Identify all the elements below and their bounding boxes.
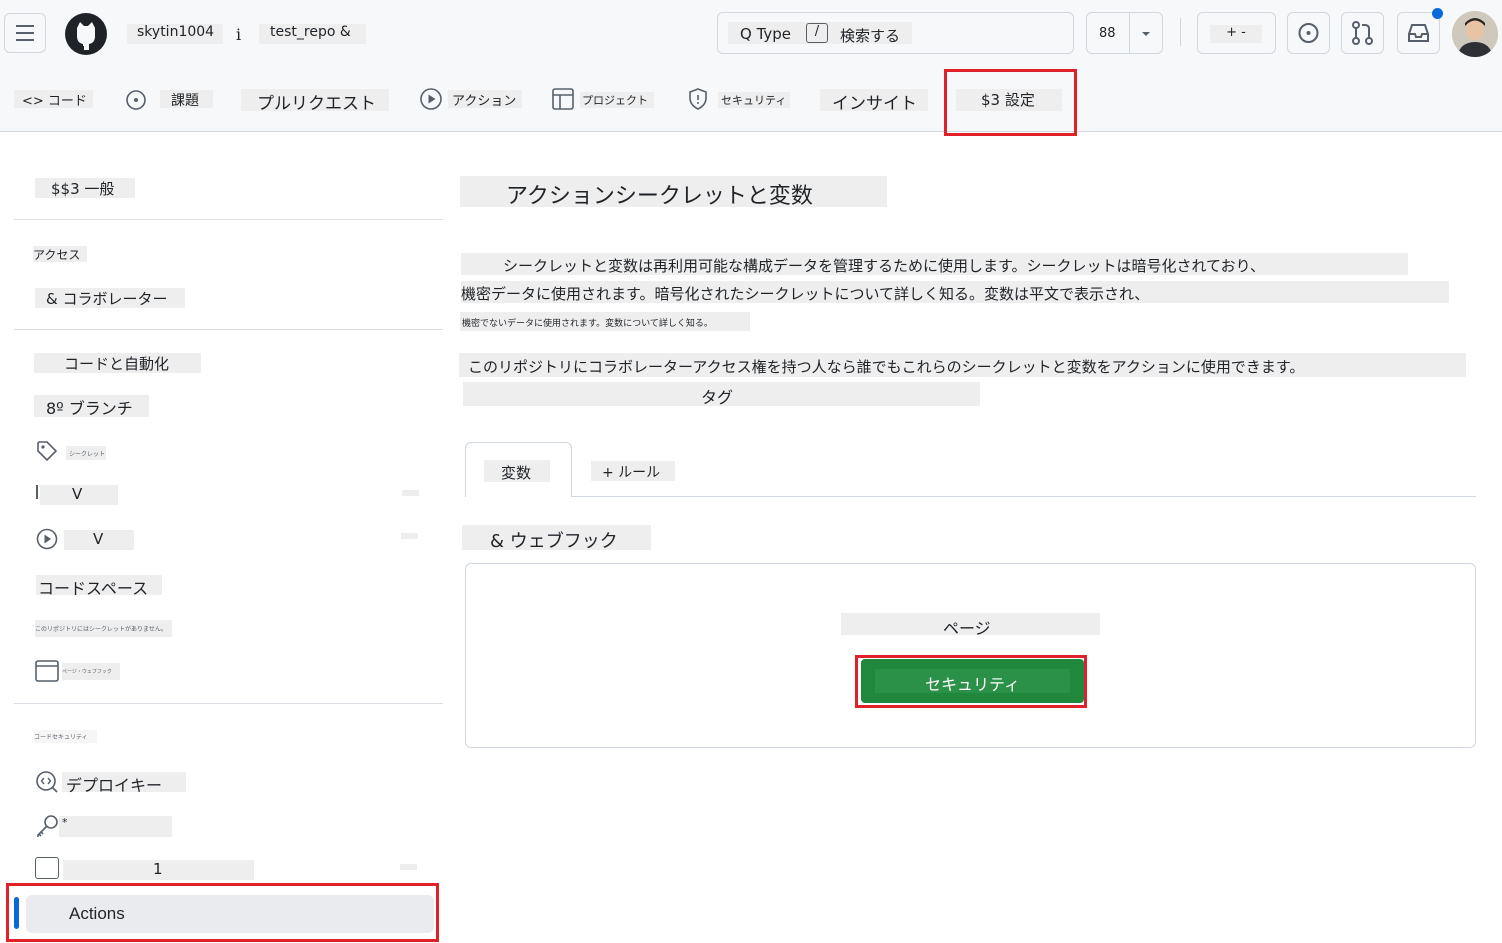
inbox-button[interactable] — [1397, 12, 1440, 54]
hamburger-icon — [16, 25, 34, 41]
description-line-1: シークレットと変数は再利用可能な構成データを管理するために使用します。シークレッ… — [461, 253, 1408, 275]
search-prefix: Q Type — [740, 25, 792, 43]
path-separator: i — [236, 25, 242, 44]
code-review-icon — [36, 771, 58, 793]
copilot-icon: 88 — [1099, 26, 1116, 41]
actions-highlight — [6, 883, 439, 942]
sidebar-heading-code: コードと自動化 — [34, 353, 201, 373]
actions-chevron-icon — [401, 533, 418, 539]
sidebar-item-codespaces[interactable]: コードスペース — [36, 575, 162, 598]
search-label: 検索する — [840, 27, 901, 45]
search-input[interactable]: Q Type / 検索する — [717, 12, 1074, 54]
settings-sidebar: $$3 一般 アクセス & コラボレーター コードと自動化 8º ブランチ シー… — [0, 133, 450, 943]
sidebar-item-actions[interactable]: V — [64, 530, 134, 550]
play-icon — [420, 88, 442, 110]
new-button[interactable]: + - — [1197, 12, 1276, 54]
tab-projects[interactable]: プロジェクト — [580, 92, 654, 108]
tab-security[interactable]: セキュリティ — [718, 92, 790, 108]
sidebar-divider — [14, 219, 443, 220]
environments-chevron-icon — [400, 864, 417, 870]
git-pull-request-icon — [1352, 21, 1373, 45]
issue-opened-icon — [1298, 23, 1319, 43]
tab-actions[interactable]: アクション — [448, 90, 522, 109]
issues-button[interactable] — [1287, 12, 1330, 54]
github-logo-icon[interactable] — [64, 12, 108, 56]
sidebar-item-branches[interactable]: 8º ブランチ — [34, 395, 149, 418]
copilot-button[interactable]: 88 — [1086, 12, 1163, 54]
browser-icon — [35, 660, 59, 682]
chevron-down-icon[interactable] — [1139, 27, 1153, 41]
key-icon — [37, 815, 58, 837]
sidebar-item-general[interactable]: $$3 一般 — [35, 178, 135, 198]
sidebar-divider — [14, 329, 443, 330]
tab-rules[interactable]: + ルール — [591, 461, 675, 481]
sidebar-item-pages[interactable]: ページ・ウェブフック — [62, 663, 120, 680]
tab-code[interactable]: <> コード — [14, 90, 93, 109]
description-line-3: 機密でないデータに使用されます。変数について詳しく知る。 — [460, 312, 750, 331]
inbox-icon — [1408, 24, 1429, 42]
access-description: このリポジトリにコラボレーターアクセス権を持つ人なら誰でもこれらのシークレットと… — [459, 353, 1466, 377]
notification-dot — [1432, 8, 1443, 19]
sidebar-item-collaborators[interactable]: & コラボレーター — [35, 288, 185, 308]
menu-button[interactable] — [4, 13, 46, 53]
sidebar-heading-access: アクセス — [33, 246, 87, 262]
tag-icon — [37, 441, 58, 462]
rules-chevron-icon — [402, 490, 419, 496]
sidebar-item-deploy-keys[interactable]: デプロイキー — [62, 772, 186, 795]
repo-link[interactable]: test_repo & — [259, 24, 366, 44]
page-title: アクションシークレットと変数 — [460, 176, 887, 209]
rules-icon — [36, 485, 38, 499]
tab-issues[interactable]: 課題 — [160, 90, 213, 109]
tab-variables-label: 変数 — [484, 460, 550, 482]
sidebar-item-tags[interactable]: シークレット — [66, 446, 106, 460]
avatar[interactable] — [1452, 11, 1498, 57]
issue-icon — [126, 90, 146, 110]
pull-requests-button[interactable] — [1341, 12, 1384, 54]
sidebar-divider — [14, 703, 443, 704]
tab-variables[interactable]: 変数 — [465, 442, 572, 497]
settings-highlight — [944, 69, 1077, 136]
blankslate-text: ページ — [841, 613, 1100, 638]
main-content: アクションシークレットと変数 シークレットと変数は再利用可能な構成データを管理す… — [450, 133, 1502, 943]
play-icon — [36, 528, 58, 550]
sidebar-item-environments[interactable]: 1 — [63, 860, 254, 880]
sidebar-heading-security: コードセキュリティ — [34, 730, 97, 743]
search-shortcut-key: / — [806, 23, 828, 43]
owner-link[interactable]: skytin1004 — [127, 24, 223, 44]
description-line-2: 機密データに使用されます。暗号化されたシークレットについて詳しく知る。変数は平文… — [461, 281, 1449, 303]
tab-insights[interactable]: インサイト — [820, 89, 928, 114]
section-heading: & ウェブフック — [462, 525, 651, 552]
new-button-label: + - — [1210, 25, 1262, 43]
shield-icon — [689, 88, 707, 110]
tabs-border — [572, 496, 1476, 497]
repo-header: skytin1004 i test_repo & Q Type / 検索する 8… — [0, 0, 1502, 132]
environment-icon — [35, 857, 59, 879]
sidebar-item-secrets[interactable]: * — [59, 816, 172, 837]
sidebar-item-copilot[interactable]: このリポジトリにはシークレットがありません。 — [35, 620, 172, 637]
tag-label: タグ — [463, 382, 980, 407]
tab-pull-requests[interactable]: プルリクエスト — [241, 89, 389, 114]
table-icon — [552, 88, 574, 110]
sidebar-item-rules[interactable]: V — [40, 485, 118, 505]
button-highlight — [855, 655, 1087, 708]
